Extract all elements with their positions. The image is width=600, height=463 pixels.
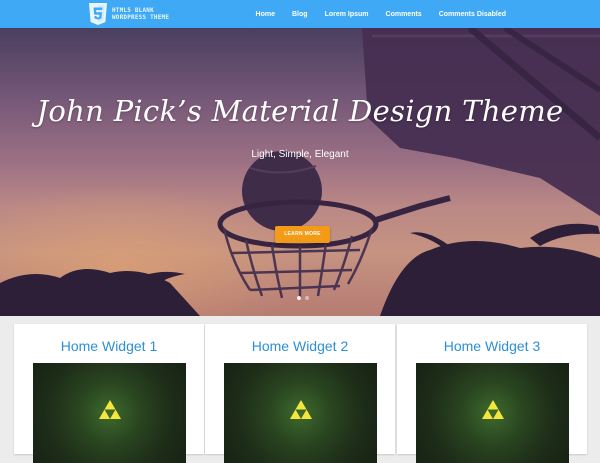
hero-overlay [0,28,600,316]
site-logo[interactable]: HTML5 Blank WordPress Theme [88,2,198,26]
nav-home[interactable]: Home [256,11,275,18]
hero-subtitle: Light, Simple, Elegant [251,149,349,160]
logo-text: HTML5 Blank WordPress Theme [112,7,169,21]
home-widget-3: Home Widget 3 [397,324,587,463]
widget-image [416,363,569,463]
widget-image [224,363,377,463]
nav-comments[interactable]: Comments [386,11,422,18]
hero-slider: John Pick’s Material Design Theme Light,… [0,28,600,316]
triforce-icon [290,400,312,419]
home-widget-1: Home Widget 1 [14,324,204,463]
widget-image [33,363,186,463]
html5-icon [89,3,107,25]
logo-line-1: HTML5 Blank [112,7,154,14]
triforce-icon [482,400,504,419]
home-widgets: Home Widget 1 Home Widget 2 Home Widget … [0,316,600,463]
top-nav-bar: HTML5 Blank WordPress Theme Home Blog Lo… [0,0,600,28]
hero-title: John Pick’s Material Design Theme [36,94,564,128]
widget-title: Home Widget 1 [60,338,158,354]
nav-lorem-ipsum[interactable]: Lorem Ipsum [325,11,369,18]
home-widget-2: Home Widget 2 [205,324,395,463]
slider-dot-1[interactable] [297,296,301,300]
slider-dot-2[interactable] [305,296,309,300]
widget-title: Home Widget 2 [251,338,349,354]
main-nav: Home Blog Lorem Ipsum Comments Comments … [239,0,506,28]
nav-blog[interactable]: Blog [292,11,308,18]
triforce-icon [99,400,121,419]
learn-more-button[interactable]: LEARN MORE [275,226,330,243]
nav-comments-disabled[interactable]: Comments Disabled [439,11,506,18]
logo-line-2: WordPress Theme [112,14,170,21]
slider-dots [295,296,311,300]
widget-title: Home Widget 3 [443,338,541,354]
